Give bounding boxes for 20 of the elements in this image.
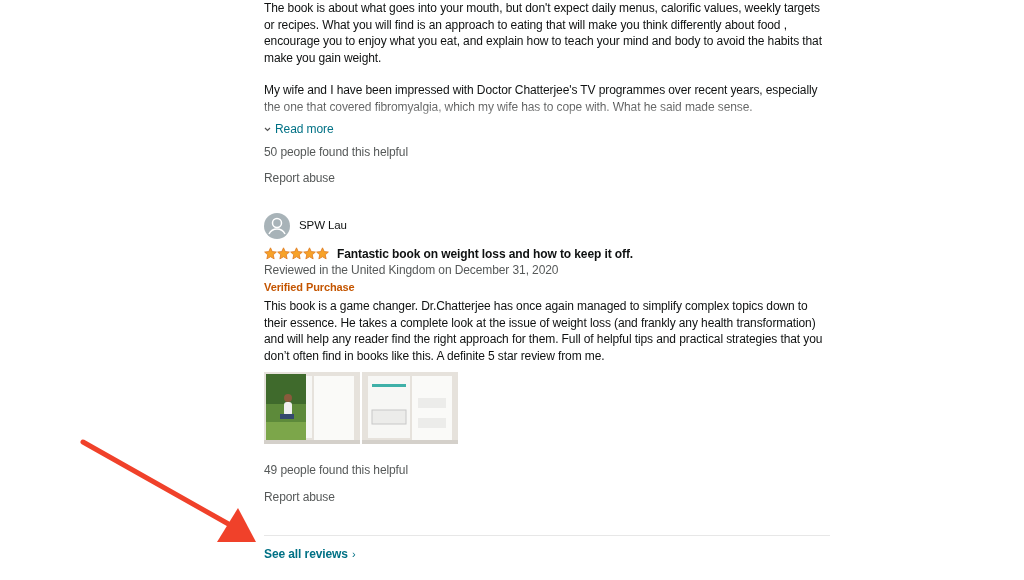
read-more-link[interactable]: Read more xyxy=(264,121,334,138)
star-icon xyxy=(264,247,277,261)
star-icon xyxy=(277,247,290,261)
helpful-count: 50 people found this helpful xyxy=(264,143,409,160)
helpful-count: 49 people found this helpful xyxy=(264,462,409,479)
avatar-icon xyxy=(264,212,290,239)
review-title[interactable]: Fantastic book on weight loss and how to keep it off. xyxy=(337,245,634,262)
reviewer-name: SPW Lau xyxy=(299,218,347,234)
chevron-icon xyxy=(264,126,271,132)
star-icon xyxy=(316,247,329,261)
report-abuse-link[interactable]: Report abuse xyxy=(264,488,335,505)
see-all-reviews-link[interactable]: See all reviews › xyxy=(264,546,356,563)
review-date: Reviewed in the United Kingdom on December 31, 2020 xyxy=(264,262,560,279)
star-icon xyxy=(303,247,316,261)
review-text: The book is about what goes into your mouth, but don't expect daily menus, calorific values, weekly targets or recipes. What you will find is an approach to eating that will make you think differently about food , encourage you to enjoy what you eat, and explain how to teach your mind and body to avoid the habits that make you gain weight. xyxy=(264,0,823,66)
report-abuse-link[interactable]: Report abuse xyxy=(264,170,335,187)
review-text: This book is a game changer. Dr.Chatterjee has once again managed to simplify complex topics down to their essence. He takes a complete look at the issue of weight loss (and frankly any health transformation) and will help any reader find the right approach for them. Full of helpful tips and practical strategies that you don’t often find in books like this. A definite 5 star review from me. xyxy=(264,298,824,364)
review-text: My wife and I have been impressed with Doctor Chatterjee's TV programmes over recent years, especially the one that covered fibromyalgia, which my wife has to cope with. What he said made sense. xyxy=(264,82,819,115)
star-icon xyxy=(290,247,303,261)
verified-label: Verified Purchase xyxy=(264,279,356,295)
